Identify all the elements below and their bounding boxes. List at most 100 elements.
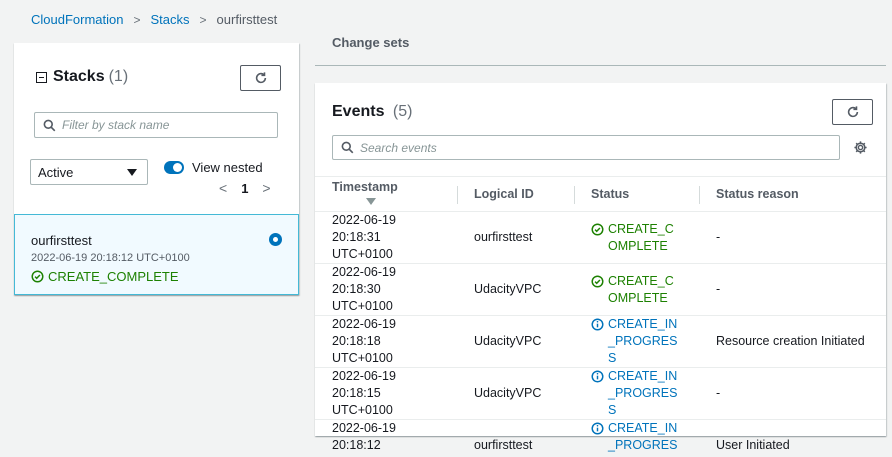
events-count: (5) [392, 103, 413, 120]
event-status: CREATE_IN _PROGRESS [574, 419, 699, 457]
event-date: 2022-06-19 [332, 369, 396, 383]
view-nested-toggle[interactable] [164, 161, 184, 174]
stack-status-text: CREATE_COMPLETE [48, 269, 179, 284]
current-page[interactable]: 1 [241, 181, 248, 196]
stack-radio[interactable] [269, 233, 282, 246]
column-timestamp[interactable]: Timestamp [315, 176, 457, 212]
event-date: 2022-06-19 [332, 265, 396, 279]
event-timestamp: 2022-06-19 20:18:31 UTC+0100 [315, 211, 457, 264]
events-table-header: Timestamp Logical ID Status Status reaso… [315, 176, 886, 212]
event-status-line-2: OMPLETE [608, 238, 668, 253]
stacks-count: (1) [108, 68, 129, 85]
column-status-reason[interactable]: Status reason [699, 176, 886, 212]
stacks-header: Stacks (1) [36, 68, 128, 86]
stack-filter-field[interactable] [34, 112, 278, 138]
events-table: Timestamp Logical ID Status Status reaso… [315, 176, 886, 457]
stack-name[interactable]: ourfirsttest [31, 233, 92, 248]
event-row: 2022-06-19 20:18:30 UTC+0100 UdacityVPC CRE… [315, 263, 886, 316]
event-status-line-1: CREATE_IN [608, 317, 678, 331]
event-status: CREATE_IN _PROGRESS [574, 315, 699, 368]
event-time: 20:18:18 UTC+0100 [332, 334, 393, 365]
breadcrumb-stacks[interactable]: Stacks [151, 12, 190, 27]
event-row: 2022-06-19 20:18:18 UTC+0100 UdacityVPC CRE… [315, 315, 886, 368]
event-status-reason: User Initiated [699, 419, 886, 457]
events-search-input[interactable] [360, 140, 820, 155]
event-status: CREATE_C OMPLETE [574, 263, 699, 316]
event-status-line-1: CREATE_IN [608, 369, 678, 383]
event-time: 20:18:31 UTC+0100 [332, 230, 393, 261]
stack-time: 2022-06-19 20:18:12 UTC+0100 [31, 252, 190, 264]
breadcrumb-cloudformation[interactable]: CloudFormation [31, 12, 124, 27]
event-time: 20:18:30 UTC+0100 [332, 282, 393, 313]
event-status-line-2: _PROGRESS [608, 438, 678, 457]
event-logical-id: UdacityVPC [457, 367, 574, 420]
event-timestamp: 2022-06-19 20:18:30 UTC+0100 [315, 263, 457, 316]
check-circle-icon [31, 270, 44, 283]
event-date: 2022-06-19 [332, 213, 396, 227]
event-timestamp: 2022-06-19 20:18:15 UTC+0100 [315, 367, 457, 420]
info-circle-icon [591, 370, 604, 383]
status-filter-select[interactable]: Active [30, 159, 148, 185]
event-status: CREATE_C OMPLETE [574, 211, 699, 264]
event-status-reason: - [699, 367, 886, 420]
events-header: Events (5) [332, 103, 412, 121]
event-status-line-1: CREATE_C [608, 221, 674, 236]
event-status-reason: - [699, 211, 886, 264]
status-filter-value: Active [38, 164, 74, 180]
event-date: 2022-06-19 [332, 421, 396, 435]
event-status-reason: - [699, 263, 886, 316]
refresh-icon [255, 72, 266, 84]
chevron-left-icon[interactable]: < [219, 180, 227, 196]
stacks-pagination: < 1 > [219, 180, 271, 196]
events-refresh-button[interactable] [832, 99, 873, 125]
event-timestamp: 2022-06-19 20:18:18 UTC+0100 [315, 315, 457, 368]
info-circle-icon [591, 318, 604, 331]
event-logical-id: ourfirsttest [457, 419, 574, 457]
event-status-line-2: _PROGRESS [608, 334, 678, 365]
collapse-icon[interactable] [36, 71, 47, 83]
events-search-field[interactable] [332, 135, 840, 160]
stack-filter-input[interactable] [62, 118, 262, 132]
event-status-line-1: CREATE_IN [608, 421, 678, 435]
caret-down-icon [127, 168, 137, 176]
events-title: Events [332, 103, 385, 120]
event-row: 2022-06-19 20:18:15 UTC+0100 UdacityVPC CRE… [315, 367, 886, 420]
stacks-panel: Stacks (1) Active View nested < 1 > ourf… [14, 43, 299, 295]
event-date: 2022-06-19 [332, 317, 396, 331]
sort-caret-icon[interactable] [366, 198, 376, 206]
event-logical-id: ourfirsttest [457, 211, 574, 264]
event-status-line-2: OMPLETE [608, 290, 668, 305]
settings-icon[interactable] [853, 140, 868, 155]
stacks-title: Stacks [53, 68, 105, 85]
info-circle-icon [591, 422, 604, 435]
view-nested-label: View nested [192, 160, 263, 175]
event-time: 20:18:12 UTC+0100 [332, 438, 393, 457]
event-row: 2022-06-1920:18:12 UTC+0100ourfirsttestC… [315, 419, 886, 457]
column-logical-id[interactable]: Logical ID [457, 176, 574, 212]
tab-divider [315, 65, 886, 66]
check-circle-icon [591, 274, 604, 288]
event-status-line-1: CREATE_C [608, 273, 674, 288]
event-status: CREATE_IN _PROGRESS [574, 367, 699, 420]
chevron-right-icon[interactable]: > [262, 180, 270, 196]
event-logical-id: UdacityVPC [457, 315, 574, 368]
tab-change-sets[interactable]: Change sets [332, 35, 409, 50]
search-icon [341, 141, 354, 154]
event-logical-id: UdacityVPC [457, 263, 574, 316]
breadcrumb-current: ourfirsttest [216, 12, 278, 27]
stacks-refresh-button[interactable] [240, 65, 281, 91]
column-status[interactable]: Status [574, 176, 699, 212]
event-row: 2022-06-19 20:18:31 UTC+0100 ourfirsttest C… [315, 211, 886, 264]
refresh-icon [847, 106, 858, 118]
event-status-line-2: _PROGRESS [608, 386, 678, 417]
stack-card[interactable]: ourfirsttest 2022-06-19 20:18:12 UTC+010… [14, 214, 299, 295]
events-panel: Events (5) Timestamp L [315, 83, 886, 457]
event-status-reason: Resource creation Initiated [699, 315, 886, 368]
stack-status: CREATE_COMPLETE [31, 269, 179, 284]
view-nested-toggle-wrap: View nested [164, 160, 263, 175]
event-timestamp: 2022-06-19 20:18:12 UTC+0100 [315, 419, 457, 457]
search-icon [43, 119, 56, 131]
check-circle-icon [591, 222, 604, 236]
chevron-right-icon: > [133, 12, 141, 27]
event-time: 20:18:15 UTC+0100 [332, 386, 393, 417]
